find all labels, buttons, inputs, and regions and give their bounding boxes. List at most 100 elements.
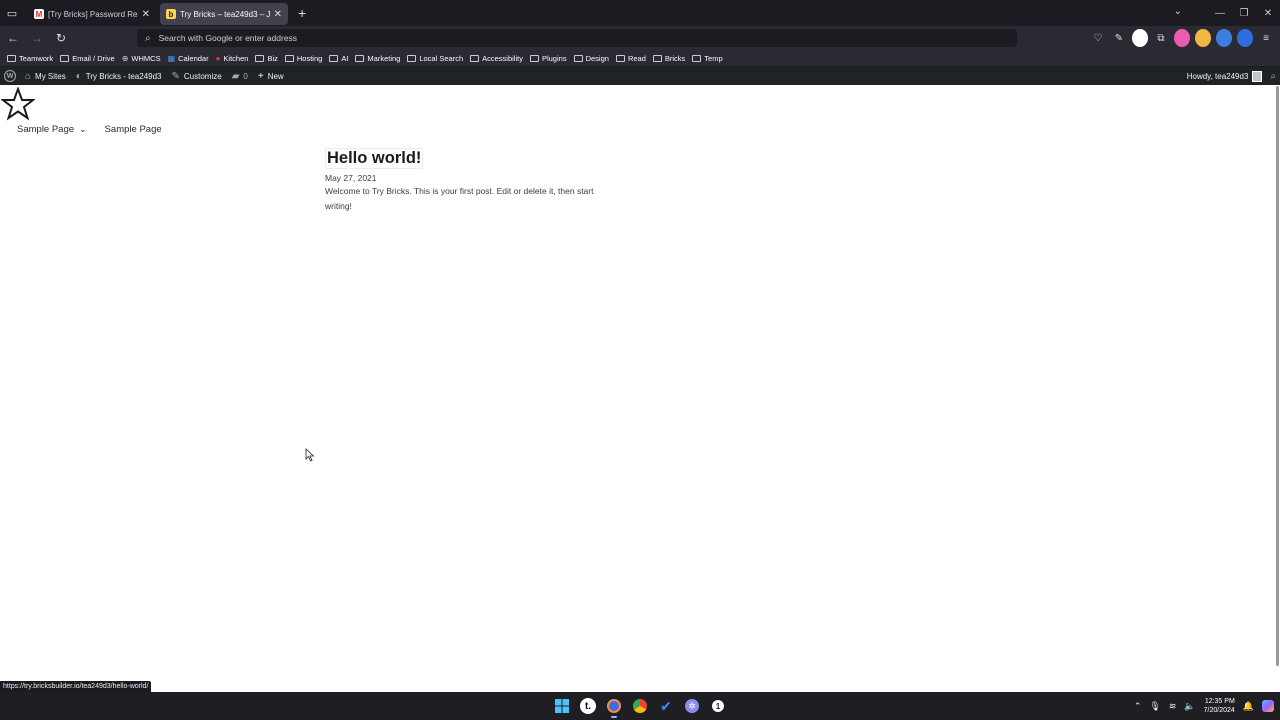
address-bar[interactable]: ⌕ xyxy=(137,29,1017,47)
site-navigation: Sample Page ⌄ Sample Page xyxy=(17,124,180,135)
nav-item-sample-page[interactable]: Sample Page xyxy=(105,124,162,135)
wp-admin-bar: W ⌂ My Sites ◐ Try Bricks - tea249d3 ✎ Cust… xyxy=(0,67,1280,85)
calendar-icon: ▦ xyxy=(167,53,176,63)
close-window-icon[interactable]: ✕ xyxy=(1256,8,1280,19)
taskbar: t. ✔ ✲ 1 ⌃ 🎙 ≋ 🔈 12:35 PM 7/20/2024 🔔 xyxy=(0,692,1280,720)
nav-item-sample-page-dropdown[interactable]: Sample Page ⌄ xyxy=(17,124,87,135)
back-icon[interactable]: ← xyxy=(2,27,24,49)
mouse-cursor-icon xyxy=(305,448,315,462)
volume-icon[interactable]: 🔈 xyxy=(1184,701,1195,712)
close-icon[interactable]: ✕ xyxy=(142,9,150,20)
password-manager-icon[interactable] xyxy=(1216,29,1232,47)
bookmark-local-search[interactable]: Local Search xyxy=(406,51,464,66)
chevron-down-icon[interactable]: ⌄ xyxy=(1174,6,1182,17)
bookmark-teamwork[interactable]: Teamwork xyxy=(6,51,54,66)
tab-try-bricks[interactable]: b Try Bricks – tea249d3 – Just an ✕ xyxy=(160,3,288,25)
new-tab-icon[interactable]: + xyxy=(298,5,306,21)
color-extension-icon[interactable] xyxy=(1174,29,1190,47)
new-content-menu[interactable]: + New xyxy=(253,67,289,85)
notification-bell-icon[interactable]: 🔔 xyxy=(1243,701,1254,712)
firefox-app-icon[interactable] xyxy=(604,696,624,718)
pocket-icon[interactable]: ♡ xyxy=(1090,29,1106,47)
admin-bar-right: Howdy, tea249d3 ⌕ xyxy=(1187,67,1280,85)
bookmark-label: Biz xyxy=(267,53,278,63)
new-label: New xyxy=(267,71,284,81)
tab-password-reset[interactable]: M [Try Bricks] Password Reset - su ✕ xyxy=(28,3,156,25)
bookmark-hosting[interactable]: Hosting xyxy=(284,51,323,66)
search-icon[interactable]: ⌕ xyxy=(1270,71,1276,82)
password-manager-app-icon[interactable]: 1 xyxy=(708,696,728,716)
windows-start-icon[interactable] xyxy=(552,696,572,716)
bookmark-temp[interactable]: Temp xyxy=(691,51,723,66)
wrench-icon[interactable]: ✎ xyxy=(1111,29,1127,47)
my-sites-menu[interactable]: ⌂ My Sites xyxy=(20,67,71,85)
folder-icon xyxy=(407,54,417,62)
my-sites-label: My Sites xyxy=(35,71,66,81)
reload-icon[interactable]: ↻ xyxy=(50,27,72,49)
bookmark-read[interactable]: Read xyxy=(615,51,647,66)
bookmark-marketing[interactable]: Marketing xyxy=(354,51,401,66)
tab-strip: ▭ M [Try Bricks] Password Reset - su ✕ b… xyxy=(0,0,1280,26)
close-icon[interactable]: ✕ xyxy=(274,9,282,20)
folder-icon xyxy=(7,54,16,62)
customize-link[interactable]: ✎ Customize xyxy=(167,67,227,85)
comments-link[interactable]: ▰ 0 xyxy=(227,67,253,85)
tab-list-icon[interactable]: ▭ xyxy=(0,0,24,26)
microphone-icon[interactable]: 🎙 xyxy=(1149,701,1160,712)
address-input[interactable] xyxy=(158,33,959,43)
bookmark-label: Bricks xyxy=(664,53,686,63)
bookmark-calendar[interactable]: ▦ Calendar xyxy=(167,51,210,66)
folder-icon xyxy=(329,54,339,62)
bookmark-bricks[interactable]: Bricks xyxy=(652,51,686,66)
blue-extension-icon[interactable] xyxy=(1237,29,1253,47)
folder-icon xyxy=(692,54,702,62)
teamwork-app-icon[interactable]: t. xyxy=(578,696,598,716)
chevron-up-icon[interactable]: ⌃ xyxy=(1134,701,1142,712)
account-icon[interactable] xyxy=(1132,29,1148,47)
bookmark-whmcs[interactable]: ⊕ WHMCS xyxy=(121,51,162,66)
extensions-icon[interactable]: ⧉ xyxy=(1153,29,1169,47)
comment-icon: ▰ xyxy=(231,70,240,82)
star-logo-icon[interactable] xyxy=(1,87,35,121)
todo-app-icon[interactable]: ✔ xyxy=(656,696,676,716)
minimize-icon[interactable]: — xyxy=(1208,8,1232,19)
forward-icon[interactable]: → xyxy=(26,27,48,49)
bookmark-label: AI xyxy=(341,53,349,63)
search-icon: ⌕ xyxy=(145,32,151,44)
chrome-app-icon[interactable] xyxy=(630,696,650,716)
folder-icon xyxy=(470,54,480,62)
site-name-label: Try Bricks - tea249d3 xyxy=(85,71,162,81)
chevron-down-icon[interactable]: ⌄ xyxy=(79,124,87,135)
bookmark-email-drive[interactable]: Email / Drive xyxy=(59,51,116,66)
wordpress-logo-icon[interactable]: W xyxy=(4,70,16,82)
bookmarks-bar: Teamwork Email / Drive ⊕ WHMCS ▦ Calendar … xyxy=(0,50,1280,67)
bookmark-kitchen[interactable]: ● Kitchen xyxy=(215,51,250,66)
cat-extension-icon[interactable] xyxy=(1195,29,1211,47)
bookmark-design[interactable]: Design xyxy=(573,51,610,66)
wifi-icon[interactable]: ≋ xyxy=(1169,701,1177,712)
page-scrollbar[interactable] xyxy=(1276,86,1279,666)
copilot-icon[interactable] xyxy=(1262,700,1274,712)
bookmark-label: Read xyxy=(627,53,646,63)
clock-time: 12:35 PM xyxy=(1204,698,1235,705)
folder-icon xyxy=(615,54,625,62)
bookmark-label: Marketing xyxy=(367,53,401,63)
bookmark-ai[interactable]: AI xyxy=(328,51,349,66)
avatar[interactable] xyxy=(1252,70,1263,82)
nav-item-label: Sample Page xyxy=(104,124,162,135)
bookmark-plugins[interactable]: Plugins xyxy=(529,51,568,66)
clock[interactable]: 12:35 PM 7/20/2024 xyxy=(1204,697,1235,715)
menu-icon[interactable]: ≡ xyxy=(1258,29,1274,47)
site-name-menu[interactable]: ◐ Try Bricks - tea249d3 xyxy=(71,67,167,85)
post-title-link[interactable]: Hello world! xyxy=(325,148,424,169)
navigation-toolbar: ← → ↻ ⌕ ♡ ✎ ⧉ ≡ xyxy=(0,26,1280,50)
sites-icon: ⌂ xyxy=(25,70,32,82)
howdy-account-menu[interactable]: Howdy, tea249d3 xyxy=(1187,72,1249,81)
bookmark-biz[interactable]: Biz xyxy=(254,51,278,66)
bookmark-accessibility[interactable]: Accessibility xyxy=(469,51,524,66)
restore-icon[interactable]: ❐ xyxy=(1232,8,1256,19)
bookmark-label: Accessibility xyxy=(482,53,523,63)
bookmark-label: Design xyxy=(585,53,609,63)
settings-app-icon[interactable]: ✲ xyxy=(682,696,702,716)
folder-icon xyxy=(255,54,265,62)
